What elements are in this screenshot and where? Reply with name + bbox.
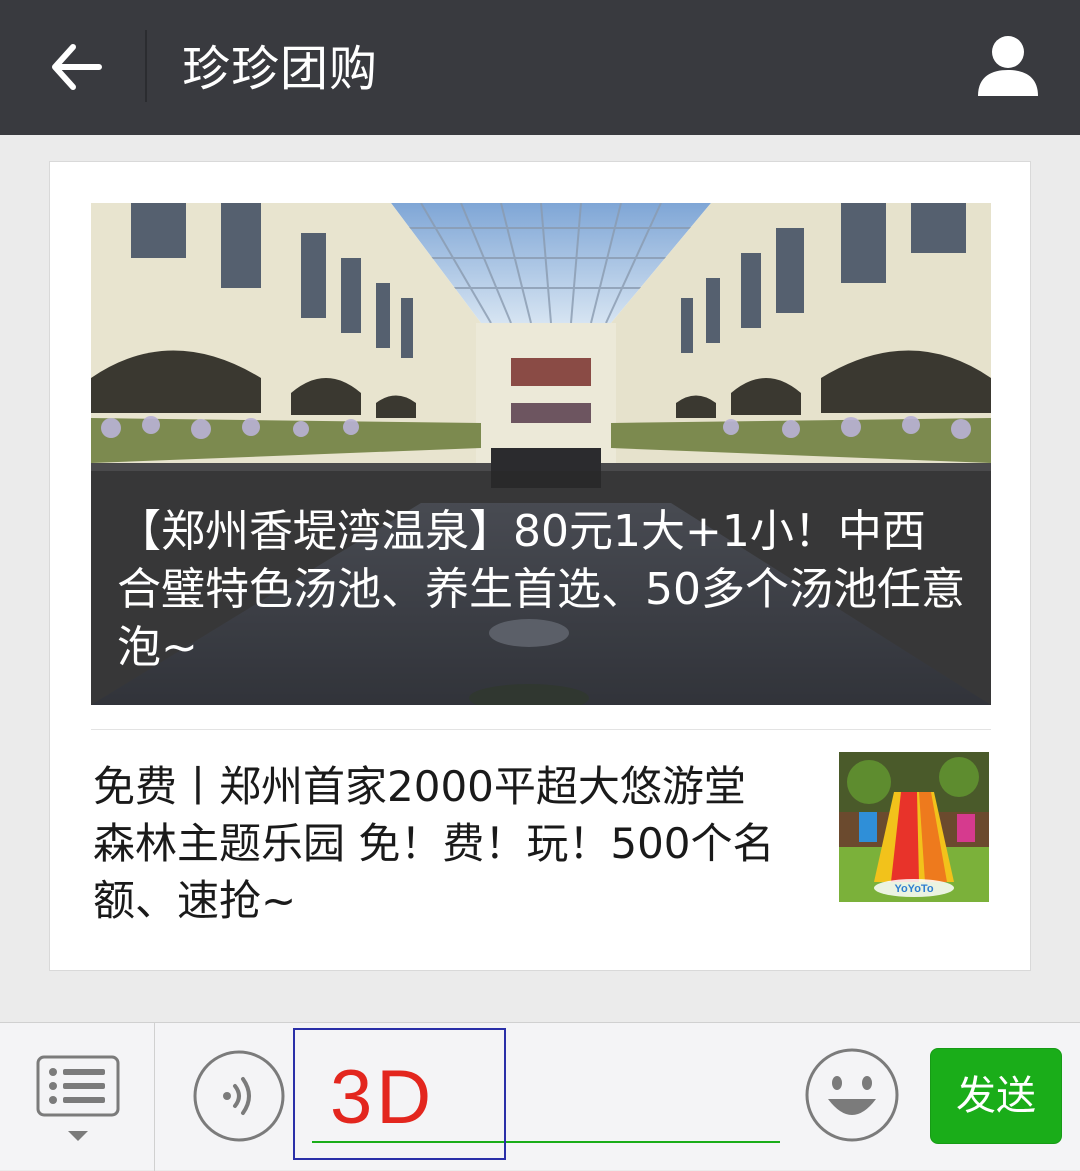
back-arrow-icon (52, 44, 102, 90)
playground-slide-image: YoYoTo (839, 752, 989, 902)
voice-button[interactable] (192, 1049, 286, 1143)
article-card: 【郑州香堤湾温泉】80元1大+1小！中西合璧特色汤池、养生首选、50多个汤池任意… (49, 161, 1031, 971)
top-nav-bar: 珍珍团购 (0, 0, 1080, 135)
input-underline (312, 1141, 780, 1143)
list-article[interactable]: 免费丨郑州首家2000平超大悠游堂森林主题乐园 免！费！玩！500个名额、速抢~… (91, 730, 991, 930)
input-bar-divider (154, 1023, 155, 1171)
cover-article-title: 【郑州香堤湾温泉】80元1大+1小！中西合璧特色汤池、养生首选、50多个汤池任意… (117, 506, 965, 673)
message-input-value: 3D (330, 1055, 436, 1140)
emoji-button[interactable] (804, 1047, 900, 1143)
page-title: 珍珍团购 (182, 41, 379, 97)
message-input[interactable]: 3D (312, 1043, 780, 1143)
profile-button[interactable] (972, 30, 1044, 102)
menu-toggle-button[interactable] (36, 1055, 120, 1145)
send-button[interactable]: 发送 (930, 1048, 1062, 1144)
menu-list-icon (36, 1055, 120, 1141)
back-button[interactable] (40, 32, 110, 102)
cover-article[interactable]: 【郑州香堤湾温泉】80元1大+1小！中西合璧特色汤池、养生首选、50多个汤池任意… (91, 203, 991, 705)
voice-icon (193, 1050, 285, 1142)
message-input-bar: 3D 发送 (0, 1022, 1080, 1171)
person-icon (978, 36, 1038, 96)
list-article-title: 免费丨郑州首家2000平超大悠游堂森林主题乐园 免！费！玩！500个名额、速抢~ (93, 762, 775, 925)
playground-thumbnail: YoYoTo (839, 752, 989, 902)
thumbnail-caption: YoYoTo (894, 883, 933, 895)
smiley-icon (805, 1048, 899, 1142)
header-divider (145, 30, 147, 102)
